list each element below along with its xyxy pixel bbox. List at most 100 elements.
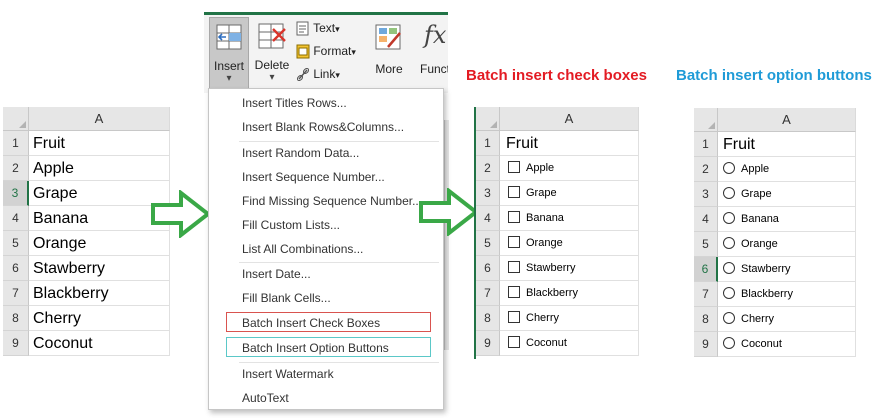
functions-label: Functi	[420, 62, 448, 76]
option-button-label: Banana	[741, 213, 779, 225]
checkbox-label: Orange	[526, 237, 563, 249]
option-button-coconut[interactable]	[723, 337, 735, 350]
row-header[interactable]: 7	[694, 282, 718, 307]
row-header-selected[interactable]: 6	[694, 257, 718, 282]
checkbox-stawberry[interactable]	[508, 261, 520, 274]
checkbox-apple[interactable]	[508, 161, 520, 174]
checkbox-grape[interactable]	[508, 186, 520, 199]
menu-item-list-all-combinations[interactable]: List All Combinations...	[242, 242, 363, 256]
row-header[interactable]: 5	[476, 231, 500, 256]
checkbox-coconut[interactable]	[508, 336, 520, 349]
menu-item-autotext[interactable]: AutoText	[242, 391, 289, 405]
cell-a8[interactable]: Cherry	[29, 306, 170, 331]
menu-item-insert-watermark[interactable]: Insert Watermark	[242, 367, 334, 381]
cell-a7: Blackberry	[718, 282, 856, 307]
checkbox-sheet: A 1 Fruit 2 Apple 3 Grape 4 Banana 5 Ora…	[474, 107, 639, 359]
row-header[interactable]: 6	[3, 256, 29, 281]
option-button-blackberry[interactable]	[723, 287, 735, 300]
menu-item-find-missing-sequence-number[interactable]: Find Missing Sequence Number...	[242, 194, 422, 208]
row-header[interactable]: 1	[694, 132, 718, 157]
text-label: Text	[313, 21, 336, 35]
cell-a2[interactable]: Apple	[29, 156, 170, 181]
delete-button[interactable]: Delete ▾	[253, 17, 291, 89]
option-button-banana[interactable]	[723, 212, 735, 225]
option-button-grape[interactable]	[723, 187, 735, 200]
row-header[interactable]: 8	[476, 306, 500, 331]
menu-item-insert-blank-rows-columns[interactable]: Insert Blank Rows&Columns...	[242, 120, 404, 134]
cell-a7[interactable]: Blackberry	[29, 281, 170, 306]
menu-item-fill-blank-cells[interactable]: Fill Blank Cells...	[242, 291, 331, 305]
option-button-apple[interactable]	[723, 162, 735, 175]
row-header[interactable]: 5	[3, 231, 29, 256]
row-header[interactable]: 6	[476, 256, 500, 281]
row-header[interactable]: 4	[3, 206, 29, 231]
checkbox-label: Cherry	[526, 312, 560, 324]
row-header[interactable]: 2	[694, 157, 718, 182]
column-header-a[interactable]: A	[718, 108, 856, 132]
column-header-a[interactable]: A	[500, 107, 639, 131]
insert-icon	[216, 24, 242, 50]
menu-item-insert-date[interactable]: Insert Date...	[242, 267, 311, 281]
text-icon	[296, 21, 309, 36]
cell-a6[interactable]: Stawberry	[29, 256, 170, 281]
row-header[interactable]: 4	[476, 206, 500, 231]
row-header-selected[interactable]: 3	[3, 181, 29, 206]
link-button[interactable]: Link▾	[296, 67, 340, 82]
checkbox-label: Apple	[526, 162, 555, 174]
column-header-a[interactable]: A	[29, 107, 170, 131]
row-header[interactable]: 7	[3, 281, 29, 306]
row-header[interactable]: 5	[694, 232, 718, 257]
functions-button[interactable]: fx Functi	[416, 17, 448, 89]
row-header[interactable]: 9	[694, 332, 718, 357]
option-button-cherry[interactable]	[723, 312, 735, 325]
option-buttons-title: Batch insert option buttons	[676, 67, 872, 84]
row-header[interactable]: 2	[476, 156, 500, 181]
cell-a4[interactable]: Banana	[29, 206, 170, 231]
option-button-label: Coconut	[741, 338, 782, 350]
function-icon: fx	[424, 21, 447, 49]
menu-item-batch-insert-check-boxes[interactable]: Batch Insert Check Boxes	[242, 316, 380, 330]
row-header[interactable]: 9	[3, 331, 29, 356]
row-header[interactable]: 1	[3, 131, 29, 156]
checkbox-banana[interactable]	[508, 211, 520, 224]
cell-a5[interactable]: Orange	[29, 231, 170, 256]
cell-a1[interactable]: Fruit	[29, 131, 170, 156]
menu-item-insert-random-data[interactable]: Insert Random Data...	[242, 146, 359, 160]
menu-item-batch-insert-option-buttons[interactable]: Batch Insert Option Buttons	[242, 341, 389, 355]
menu-item-insert-titles-rows[interactable]: Insert Titles Rows...	[242, 96, 347, 110]
row-header[interactable]: 3	[476, 181, 500, 206]
row-header[interactable]: 9	[476, 331, 500, 356]
cell-a2: Apple	[718, 157, 856, 182]
row-header[interactable]: 3	[694, 182, 718, 207]
checkbox-blackberry[interactable]	[508, 286, 520, 299]
cell-a1[interactable]: Fruit	[500, 131, 639, 156]
row-header[interactable]: 4	[694, 207, 718, 232]
cell-a3: Grape	[718, 182, 856, 207]
option-button-orange[interactable]	[723, 237, 735, 250]
row-header[interactable]: 8	[694, 307, 718, 332]
insert-button[interactable]: Insert ▾	[209, 17, 249, 89]
cell-a1[interactable]: Fruit	[718, 132, 856, 157]
cell-a6: Stawberry	[500, 256, 639, 281]
format-icon	[296, 44, 310, 59]
checkbox-orange[interactable]	[508, 236, 520, 249]
check-boxes-title: Batch insert check boxes	[466, 67, 647, 84]
menu-item-fill-custom-lists[interactable]: Fill Custom Lists...	[242, 218, 340, 232]
cell-a3[interactable]: Grape	[29, 181, 170, 206]
more-button[interactable]: More	[369, 17, 409, 89]
row-header[interactable]: 2	[3, 156, 29, 181]
row-header[interactable]: 1	[476, 131, 500, 156]
cell-a7: Blackberry	[500, 281, 639, 306]
row-header[interactable]: 8	[3, 306, 29, 331]
select-all-corner[interactable]	[3, 107, 29, 131]
format-button[interactable]: Format▾	[296, 44, 356, 59]
option-button-stawberry[interactable]	[723, 262, 735, 275]
right-arrow-icon	[151, 190, 212, 238]
select-all-corner[interactable]	[476, 107, 500, 131]
row-header[interactable]: 7	[476, 281, 500, 306]
text-button[interactable]: Text▾	[296, 21, 340, 36]
checkbox-cherry[interactable]	[508, 311, 520, 324]
select-all-corner[interactable]	[694, 108, 718, 132]
menu-item-insert-sequence-number[interactable]: Insert Sequence Number...	[242, 170, 385, 184]
cell-a9[interactable]: Coconut	[29, 331, 170, 356]
